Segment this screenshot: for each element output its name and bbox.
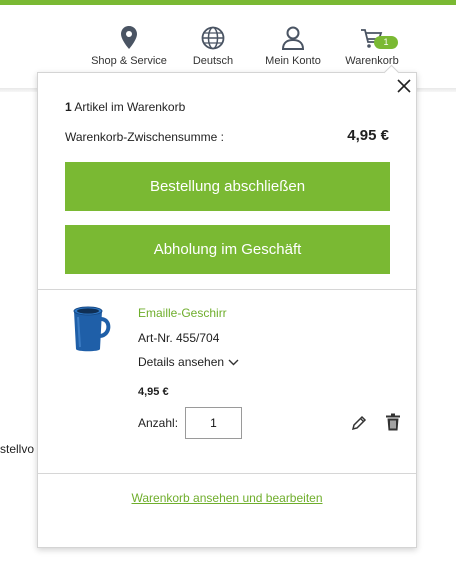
subtotal-value: 4,95 €	[347, 127, 389, 144]
background-partial-text: stellvo	[0, 442, 35, 456]
nav-shop-service[interactable]: Shop & Service	[86, 25, 172, 67]
globe-icon	[201, 26, 225, 50]
mini-cart-popup: 1 Artikel im Warenkorb Warenkorb-Zwische…	[37, 72, 417, 548]
checkout-button[interactable]: Bestellung abschließen	[65, 162, 390, 211]
product-details-label: Details ansehen	[138, 355, 225, 369]
divider	[38, 289, 416, 290]
quantity-input[interactable]	[185, 407, 242, 439]
close-icon[interactable]	[396, 78, 412, 94]
nav-language-label: Deutsch	[192, 55, 234, 67]
product-details-toggle[interactable]: Details ansehen	[138, 355, 239, 369]
nav-cart[interactable]: 1 Warenkorb	[340, 25, 404, 67]
subtotal-label: Warenkorb-Zwischensumme :	[65, 130, 224, 144]
user-icon	[281, 26, 305, 50]
nav-shop-label: Shop & Service	[91, 55, 167, 67]
nav-account[interactable]: Mein Konto	[258, 25, 328, 67]
cart-item-count-label: Artikel im Warenkorb	[71, 100, 186, 114]
trash-icon[interactable]	[385, 413, 401, 431]
view-edit-cart-link[interactable]: Warenkorb ansehen und bearbeiten	[38, 491, 416, 505]
cart-count-badge: 1	[374, 36, 398, 49]
store-pickup-button[interactable]: Abholung im Geschäft	[65, 225, 390, 274]
product-image[interactable]	[64, 303, 116, 355]
nav-account-label: Mein Konto	[265, 55, 321, 67]
location-pin-icon	[121, 26, 137, 49]
chevron-down-icon	[228, 359, 239, 366]
product-name-link[interactable]: Emaille-Geschirr	[138, 306, 227, 320]
pencil-icon[interactable]	[351, 415, 367, 431]
product-article-number: Art-Nr. 455/704	[138, 331, 220, 345]
cart-item-count: 1 Artikel im Warenkorb	[65, 100, 185, 114]
cart-item-count-number: 1	[65, 100, 72, 114]
nav-language[interactable]: Deutsch	[186, 25, 240, 67]
product-price: 4,95 €	[138, 386, 169, 398]
quantity-label: Anzahl:	[138, 416, 179, 430]
divider	[38, 473, 416, 474]
